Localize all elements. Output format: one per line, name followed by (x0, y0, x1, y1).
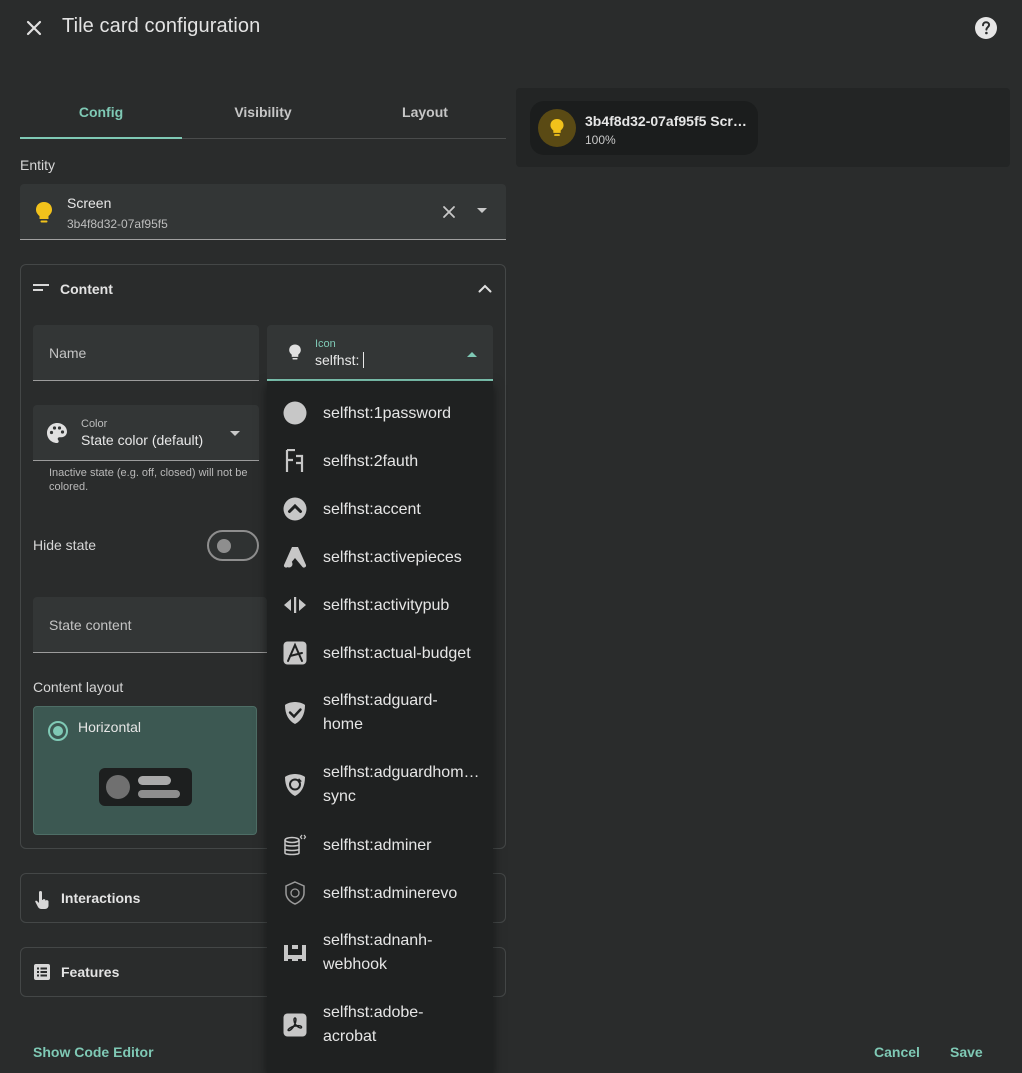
state-content-label: State content (49, 617, 132, 633)
chevron-down-icon (230, 431, 240, 436)
adobe-acrobat-icon (283, 1013, 307, 1037)
list-item-accent[interactable]: selfhst:accent (267, 497, 493, 523)
list-item-activitypub[interactable]: selfhst:activitypub (267, 593, 493, 619)
close-icon (26, 20, 42, 36)
list-item-adnanh-webhook[interactable]: selfhst:adnanh- webhook (267, 929, 493, 979)
list-item-actual-budget[interactable]: selfhst:actual-budget (267, 641, 493, 667)
list-item-label: selfhst:adnanh- webhook (323, 932, 433, 973)
cancel-button[interactable]: Cancel (874, 1044, 920, 1060)
list-item-label-line2: sync (323, 788, 356, 805)
layout-option-horizontal[interactable]: Horizontal (33, 706, 257, 835)
radio-checked-icon[interactable] (47, 720, 69, 742)
tile-card-preview[interactable]: 3b4f8d32-07af95f5 Scr… 100% (530, 101, 758, 155)
color-field-value: State color (default) (81, 432, 204, 448)
color-helper-text: Inactive state (e.g. off, closed) will n… (49, 467, 248, 493)
lightbulb-icon (36, 202, 52, 223)
entity-id: 3b4f8d32-07af95f5 (67, 217, 168, 231)
preview-name: 3b4f8d32-07af95f5 Scr… (585, 113, 747, 129)
icon-field[interactable]: Icon selfhst: (267, 325, 493, 381)
text-cursor (363, 352, 364, 368)
dialog-title: Tile card configuration (62, 15, 261, 37)
text-lines-icon (33, 284, 49, 291)
list-item-adminerevo[interactable]: selfhst:adminerevo (267, 881, 493, 907)
onepassword-icon (283, 401, 307, 425)
palette-icon (47, 423, 67, 443)
list-item-label: selfhst:activepieces (323, 549, 462, 566)
state-content-field[interactable]: State content (33, 597, 267, 653)
list-item-2fauth[interactable]: selfhst:2fauth (267, 449, 493, 475)
lightbulb-icon (550, 119, 564, 136)
webhook-icon (284, 945, 306, 961)
layout-preview-illustration (99, 768, 192, 806)
list-item-label: selfhst:adminerevo (323, 885, 458, 902)
layout-option-label: Horizontal (78, 719, 142, 735)
entity-label: Entity (20, 157, 56, 173)
hide-state-toggle[interactable] (207, 530, 259, 561)
chevron-down-icon[interactable] (477, 208, 487, 214)
interactions-label: Interactions (61, 890, 141, 906)
database-icon (284, 834, 307, 856)
entity-picker[interactable]: Screen 3b4f8d32-07af95f5 (20, 184, 506, 240)
help-button[interactable] (974, 16, 998, 40)
list-item-adminer[interactable]: selfhst:adminer (267, 833, 493, 859)
actual-budget-icon (283, 641, 307, 665)
content-panel-title: Content (60, 281, 113, 297)
help-circle-icon (975, 17, 997, 39)
lightbulb-outline-icon (289, 344, 301, 360)
twofauth-icon (285, 449, 304, 472)
chevron-up-icon[interactable] (467, 352, 477, 358)
list-item-1password[interactable]: selfhst:1password (267, 401, 493, 427)
list-item-adguard-home[interactable]: selfhst:adguard- home (267, 689, 493, 739)
adguard-sync-icon (285, 774, 305, 796)
color-field-label: Color (81, 418, 108, 430)
save-button[interactable]: Save (950, 1044, 983, 1060)
list-item-label: selfhst:adobe- acrobat (323, 1004, 424, 1045)
tab-config[interactable]: Config (20, 88, 182, 139)
list-item-label: selfhst:adminer (323, 837, 432, 854)
close-button[interactable] (18, 12, 50, 44)
tab-bar: Config Visibility Layout (20, 88, 506, 139)
activitypub-icon (284, 597, 306, 613)
preview-icon-badge (538, 109, 576, 147)
list-item-label: selfhst:actual-budget (323, 645, 471, 662)
list-item-label: selfhst:adguard- home (323, 692, 438, 733)
entity-name: Screen (67, 195, 112, 211)
list-item-adguardhome-sync[interactable]: selfhst:adguardhom… sync (267, 761, 493, 811)
accent-icon (283, 497, 307, 521)
icon-field-label: Icon (315, 338, 336, 350)
chevron-up-icon[interactable] (478, 284, 492, 293)
list-box-icon (34, 964, 50, 980)
list-item-label: selfhst:2fauth (323, 453, 419, 470)
name-field[interactable]: Name (33, 325, 259, 381)
list-item-label: selfhst:adguardhom… (323, 764, 480, 781)
tab-layout[interactable]: Layout (344, 88, 506, 138)
content-panel-header[interactable] (33, 281, 49, 295)
list-item-activepieces[interactable]: selfhst:activepieces (267, 545, 493, 571)
touch-icon (35, 891, 49, 909)
icon-dropdown-list: selfhst:1password selfhst:2fauth selfhst… (267, 381, 493, 1073)
list-item-label: selfhst:activitypub (323, 597, 450, 614)
name-field-label: Name (49, 345, 87, 361)
preview-state: 100% (585, 133, 616, 147)
adminerevo-icon (285, 881, 305, 905)
adguard-shield-icon (285, 702, 305, 724)
list-item-label: selfhst:accent (323, 501, 421, 518)
toggle-knob (217, 539, 231, 553)
content-layout-label: Content layout (33, 679, 124, 695)
hide-state-label: Hide state (33, 537, 97, 553)
color-field[interactable]: Color State color (default) (33, 405, 259, 461)
list-item-label: selfhst:1password (323, 405, 452, 422)
icon-field-value: selfhst: (315, 352, 360, 368)
features-label: Features (61, 964, 120, 980)
show-code-editor-button[interactable]: Show Code Editor (33, 1044, 154, 1060)
tab-visibility[interactable]: Visibility (182, 88, 344, 138)
list-item-adobe-acrobat[interactable]: selfhst:adobe- acrobat (267, 1001, 493, 1051)
activepieces-icon (283, 547, 307, 568)
clear-icon[interactable] (442, 205, 456, 219)
